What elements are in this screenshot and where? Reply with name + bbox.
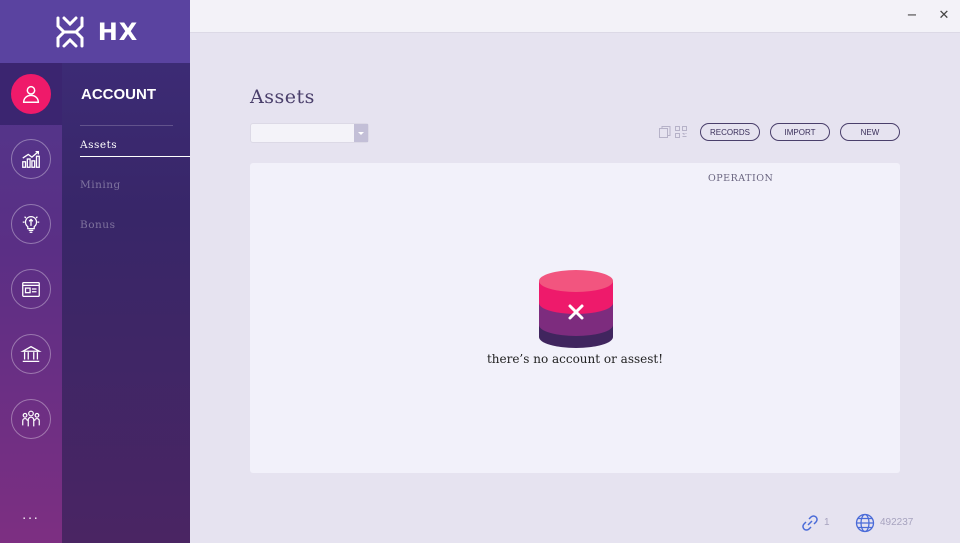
close-button[interactable]: ✕	[936, 8, 952, 24]
assets-table: OPERATION there’s no account or assest!	[250, 163, 900, 473]
account-select[interactable]	[250, 123, 369, 143]
id-card-icon	[22, 281, 40, 297]
rail-bank-button[interactable]	[11, 334, 51, 374]
page-title: Assets	[250, 86, 315, 108]
title-bar: − ✕	[190, 0, 960, 33]
icon-rail: ...	[0, 0, 62, 543]
menu-active-underline	[80, 156, 190, 157]
rail-chart-button[interactable]	[11, 139, 51, 179]
empty-database-icon	[539, 270, 613, 348]
menu-heading: ACCOUNT	[81, 86, 156, 103]
operation-column-header: OPERATION	[708, 173, 774, 184]
rail-id-card-button[interactable]	[11, 269, 51, 309]
chart-icon	[22, 151, 40, 168]
menu-item-bonus[interactable]: Bonus	[80, 219, 115, 231]
globe-icon[interactable]	[855, 513, 875, 533]
community-icon	[22, 410, 40, 427]
rail-account-button[interactable]	[11, 74, 51, 114]
lightbulb-icon	[22, 216, 40, 233]
qr-code-icon[interactable]	[675, 126, 687, 138]
menu-item-assets[interactable]: Assets	[80, 139, 117, 151]
records-button[interactable]: RECORDS	[700, 123, 760, 141]
app-logo: HX	[0, 0, 190, 63]
copy-icon[interactable]	[659, 126, 671, 138]
menu-item-mining[interactable]: Mining	[80, 179, 121, 191]
hx-logo-icon	[56, 16, 84, 47]
side-menu: ACCOUNT Assets Mining Bonus	[62, 0, 190, 543]
connections-count: 1	[824, 517, 830, 528]
block-height: 492237	[880, 517, 914, 528]
menu-divider	[80, 125, 173, 126]
chevron-down-icon[interactable]	[354, 124, 368, 142]
new-button[interactable]: NEW	[840, 123, 900, 141]
link-icon[interactable]	[800, 513, 820, 533]
account-icon	[22, 85, 40, 103]
import-button[interactable]: IMPORT	[770, 123, 830, 141]
bank-icon	[20, 345, 42, 362]
empty-state-message: there’s no account or assest!	[486, 352, 664, 366]
rail-lightbulb-button[interactable]	[11, 204, 51, 244]
logo-text: HX	[97, 17, 139, 46]
rail-community-button[interactable]	[11, 399, 51, 439]
more-button[interactable]: ...	[0, 508, 62, 522]
minimize-button[interactable]: −	[904, 8, 920, 24]
